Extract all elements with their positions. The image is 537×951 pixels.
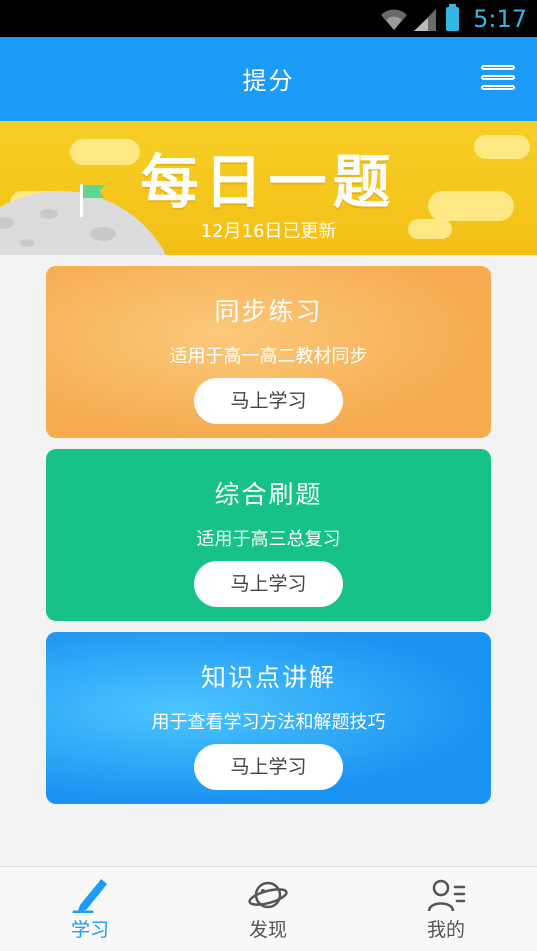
banner-title: 每日一题 [140,148,397,216]
menu-line-icon [481,75,515,80]
nav-item-discover[interactable]: 发现 [208,877,328,942]
card-comprehensive-practice[interactable]: 综合刷题 适用于高三总复习 马上学习 [46,449,491,621]
card-sync-practice[interactable]: 同步练习 适用于高一高二教材同步 马上学习 [46,266,491,438]
status-icons: 5:17 [380,0,527,37]
nav-item-mine[interactable]: 我的 [386,877,506,942]
nav-label: 我的 [426,919,465,941]
card-knowledge-explanation[interactable]: 知识点讲解 用于查看学习方法和解题技巧 马上学习 [46,632,491,804]
menu-line-icon [481,65,515,70]
daily-question-banner[interactable]: 每日一题 12月16日已更新 [0,121,537,255]
signal-icon [414,8,437,31]
card-title: 知识点讲解 [200,663,336,692]
card-description: 用于查看学习方法和解题技巧 [151,712,386,733]
start-learning-button[interactable]: 马上学习 [194,744,343,790]
start-learning-button[interactable]: 马上学习 [194,378,343,424]
wifi-icon [381,8,408,30]
banner-update-date: 12月16日已更新 [200,221,337,242]
planet-icon [248,881,288,909]
card-description: 适用于高三总复习 [196,529,341,550]
card-title: 同步练习 [214,297,323,326]
card-title: 综合刷题 [214,480,323,509]
menu-button[interactable] [481,65,515,93]
nav-label: 发现 [248,919,287,941]
pencil-icon [72,879,107,913]
start-learning-button[interactable]: 马上学习 [194,561,343,607]
app-header: 提分 [0,37,537,121]
card-description: 适用于高一高二教材同步 [169,346,368,367]
bottom-navigation: 学习 发现 我的 [0,866,537,951]
nav-item-study[interactable]: 学习 [30,877,150,942]
user-icon [427,879,466,912]
status-bar: 5:17 [0,0,537,37]
status-time: 5:17 [473,4,527,33]
battery-icon [446,3,460,31]
nav-label: 学习 [70,919,109,941]
page-title: 提分 [242,67,295,95]
menu-line-icon [481,85,515,90]
app-screen: 5:17 提分 每日一题 12月16日已更新 同步练习 适用于高一高二教材同步 [0,0,537,951]
